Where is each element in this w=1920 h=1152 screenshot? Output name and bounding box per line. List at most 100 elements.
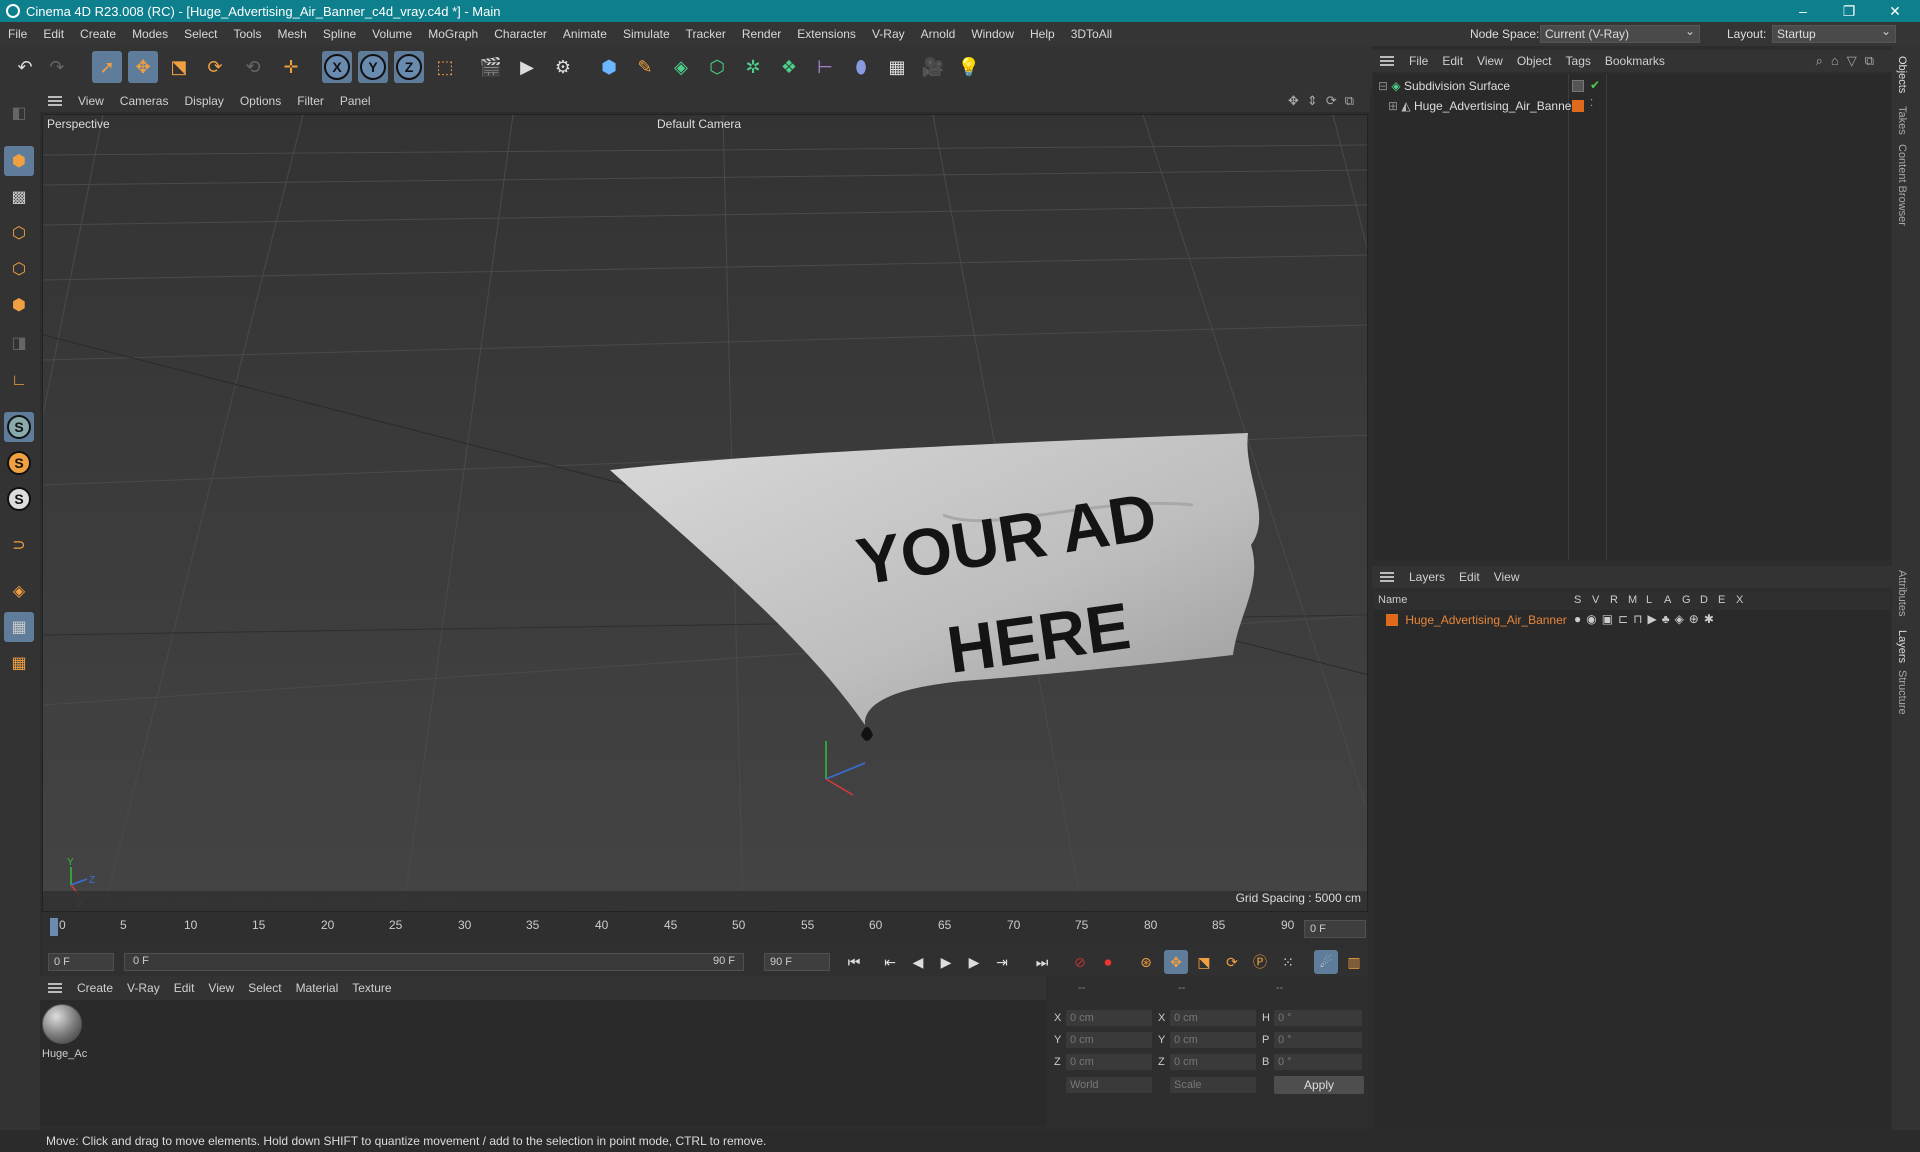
viewport-menu-filter[interactable]: Filter xyxy=(289,94,332,108)
menu-extensions[interactable]: Extensions xyxy=(789,27,864,41)
render-settings-button[interactable]: ⚙ xyxy=(548,51,578,83)
hamburger-icon[interactable] xyxy=(1380,572,1394,582)
snap-settings-button[interactable]: S xyxy=(4,448,34,478)
layer-color-swatch[interactable] xyxy=(1386,614,1398,626)
cube-object-button[interactable]: ⬢ xyxy=(594,51,624,83)
viewport-menu-display[interactable]: Display xyxy=(176,94,231,108)
menu-arnold[interactable]: Arnold xyxy=(913,27,964,41)
auto-keying-button[interactable]: ⏺ xyxy=(1096,950,1120,974)
menu-window[interactable]: Window xyxy=(963,27,1022,41)
previous-key-button[interactable]: ⇤ xyxy=(878,950,902,974)
menu-simulate[interactable]: Simulate xyxy=(615,27,678,41)
rotation-h-field[interactable]: 0 ° xyxy=(1274,1010,1362,1026)
layers-col-render[interactable]: R xyxy=(1610,594,1618,606)
objects-menu-file[interactable]: File xyxy=(1402,54,1435,68)
key-position-button[interactable]: ✥ xyxy=(1164,950,1188,974)
key-rotation-button[interactable]: ⟳ xyxy=(1220,950,1244,974)
expand-icon[interactable]: ⊟ xyxy=(1378,79,1388,93)
coordinate-mode-select[interactable]: World xyxy=(1066,1077,1152,1093)
render-view-button[interactable]: 🎬 xyxy=(476,51,506,83)
menu-file[interactable]: File xyxy=(0,27,35,41)
menu-3dtoall[interactable]: 3DToAll xyxy=(1063,27,1120,41)
viewport-menu-view[interactable]: View xyxy=(70,94,112,108)
menu-select[interactable]: Select xyxy=(176,27,225,41)
menu-volume[interactable]: Volume xyxy=(364,27,420,41)
start-frame-field[interactable]: 0 F xyxy=(48,953,114,971)
objects-menu-view[interactable]: View xyxy=(1470,54,1510,68)
menu-mograph[interactable]: MoGraph xyxy=(420,27,486,41)
menu-create[interactable]: Create xyxy=(72,27,124,41)
workplane-snap-button[interactable]: S xyxy=(4,484,34,514)
rotation-p-field[interactable]: 0 ° xyxy=(1274,1032,1362,1048)
redo-button[interactable]: ↷ xyxy=(42,51,72,83)
record-keys-button[interactable]: ⊘ xyxy=(1068,950,1092,974)
position-y-field[interactable]: 0 cm xyxy=(1066,1032,1152,1048)
frame-range-slider[interactable]: 0 F 90 F xyxy=(124,953,744,971)
material-menu-vray[interactable]: V-Ray xyxy=(120,981,167,995)
objects-search-icons[interactable]: ⌕⌂▽⧉ xyxy=(1816,53,1882,69)
menu-mesh[interactable]: Mesh xyxy=(269,27,314,41)
side-tab-structure[interactable]: Structure xyxy=(1896,670,1908,715)
keyframe-selection-button[interactable]: ⊛ xyxy=(1134,950,1158,974)
light-button[interactable]: 💡 xyxy=(954,51,984,83)
camera-button[interactable]: 🎥 xyxy=(918,51,948,83)
render-picture-viewer-button[interactable]: ▶ xyxy=(512,51,542,83)
objects-menu-tags[interactable]: Tags xyxy=(1559,54,1598,68)
move-tool-button[interactable]: ✥ xyxy=(128,51,158,83)
menu-tools[interactable]: Tools xyxy=(225,27,269,41)
uv-mode-button[interactable]: ◨ xyxy=(4,328,34,358)
layer-row-banner[interactable]: Huge_Advertising_Air_Banner xyxy=(1386,611,1567,629)
close-button[interactable]: ✕ xyxy=(1872,0,1918,22)
edges-mode-button[interactable]: ⬡ xyxy=(4,254,34,284)
axis-mode-button[interactable]: ∟ xyxy=(4,366,34,396)
go-to-start-button[interactable]: ⏮ xyxy=(842,950,866,974)
object-row-banner[interactable]: ⊞ ◭ Huge_Advertising_Air_Banner xyxy=(1388,97,1575,115)
key-scale-button[interactable]: ⬔ xyxy=(1192,950,1216,974)
playhead[interactable] xyxy=(50,918,58,936)
layers-col-manager[interactable]: M xyxy=(1628,594,1637,606)
layers-col-animation[interactable]: A xyxy=(1664,594,1671,606)
side-tab-attributes[interactable]: Attributes xyxy=(1896,570,1908,616)
rotation-b-field[interactable]: 0 ° xyxy=(1274,1054,1362,1070)
rotate-tool-button[interactable]: ⟳ xyxy=(200,51,230,83)
material-menu-select[interactable]: Select xyxy=(241,981,288,995)
menu-modes[interactable]: Modes xyxy=(124,27,176,41)
timeline-ruler[interactable]: 0 5 10 15 20 25 30 35 40 45 50 55 60 65 … xyxy=(42,912,1368,948)
layer-color-swatch[interactable] xyxy=(1572,100,1584,112)
material-swatch[interactable]: Huge_Ac xyxy=(42,1004,87,1064)
layers-col-expressions[interactable]: E xyxy=(1718,594,1725,606)
pen-spline-button[interactable]: ✎ xyxy=(630,51,660,83)
motion-recording-button[interactable]: ☄ xyxy=(1314,950,1338,974)
snap-enable-button[interactable]: S xyxy=(4,412,34,442)
next-key-button[interactable]: ⇥ xyxy=(990,950,1014,974)
workplane-button[interactable]: ◈ xyxy=(4,576,34,606)
deformer-button[interactable]: ⊢ xyxy=(810,51,840,83)
next-frame-button[interactable]: ▶ xyxy=(962,950,986,974)
live-selection-button[interactable]: ➚ xyxy=(92,51,122,83)
material-menu-material[interactable]: Material xyxy=(289,981,346,995)
position-x-field[interactable]: 0 cm xyxy=(1066,1010,1152,1026)
locked-workplane-button[interactable]: ▦ xyxy=(4,648,34,678)
hamburger-icon[interactable] xyxy=(48,983,62,993)
menu-edit[interactable]: Edit xyxy=(35,27,72,41)
side-tab-objects[interactable]: Objects xyxy=(1896,56,1908,93)
viewport-menu-cameras[interactable]: Cameras xyxy=(112,94,177,108)
menu-tracker[interactable]: Tracker xyxy=(678,27,734,41)
size-z-field[interactable]: 0 cm xyxy=(1170,1054,1256,1070)
menu-render[interactable]: Render xyxy=(734,27,789,41)
previous-frame-button[interactable]: ◀ xyxy=(906,950,930,974)
layers-col-solo[interactable]: S xyxy=(1574,594,1581,606)
transform-button[interactable]: ✛ xyxy=(276,51,306,83)
hamburger-icon[interactable] xyxy=(48,96,62,106)
layers-menu-edit[interactable]: Edit xyxy=(1452,570,1487,584)
model-mode-button[interactable]: ⬢ xyxy=(4,146,34,176)
side-tab-content-browser[interactable]: Content Browser xyxy=(1896,144,1908,226)
layers-col-deformers[interactable]: D xyxy=(1700,594,1708,606)
layers-col-locked[interactable]: L xyxy=(1646,594,1652,606)
texture-mode-button[interactable]: ▩ xyxy=(4,182,34,212)
enabled-check-icon[interactable]: ✔ xyxy=(1590,78,1600,92)
position-z-field[interactable]: 0 cm xyxy=(1066,1054,1152,1070)
apply-button[interactable]: Apply xyxy=(1274,1076,1364,1094)
layout-select[interactable]: Startup xyxy=(1772,23,1896,43)
layers-col-generators[interactable]: G xyxy=(1682,594,1691,606)
